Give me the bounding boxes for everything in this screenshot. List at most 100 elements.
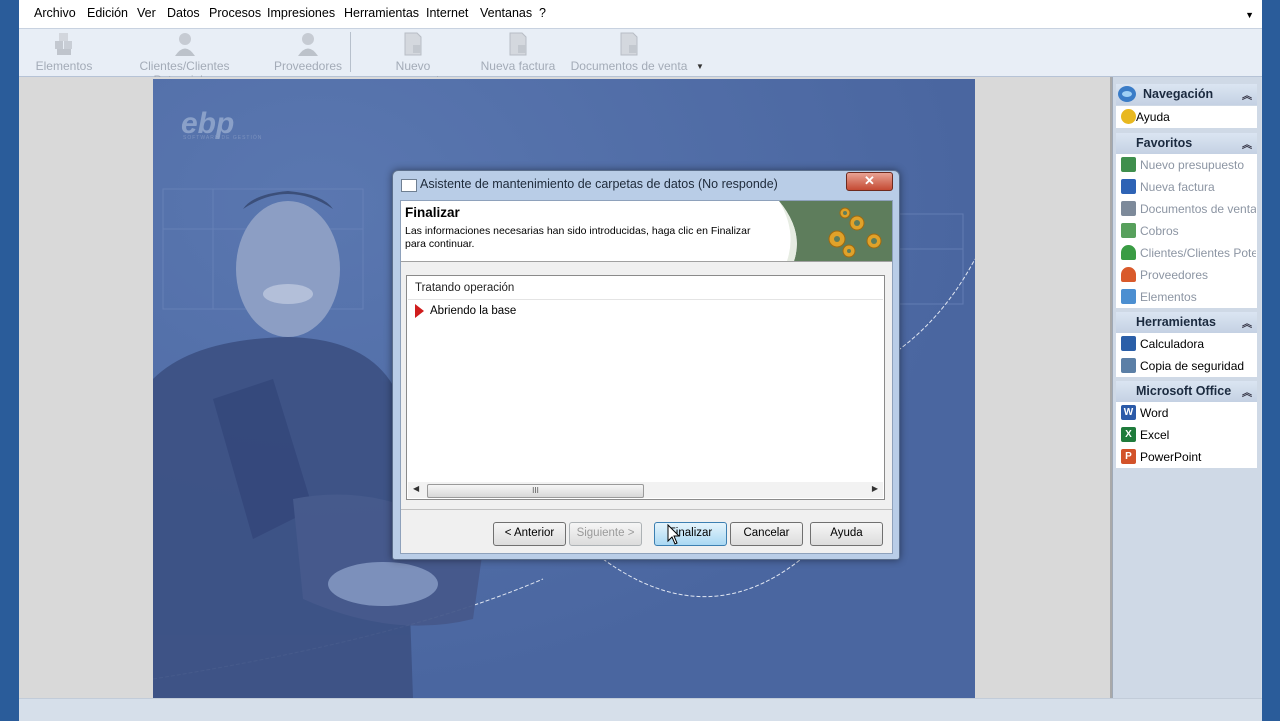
menu-help[interactable]: ? [539, 6, 546, 20]
nav-section-herramientas-body: Calculadora Copia de seguridad [1116, 333, 1257, 377]
payment-icon [1121, 223, 1136, 238]
nav-item-label: Nuevo presupuesto [1140, 158, 1245, 172]
wizard-step-description: Las informaciones necesarias han sido in… [405, 225, 751, 250]
nav-item-label: Excel [1140, 428, 1170, 442]
finish-button[interactable]: Finalizar [654, 522, 727, 546]
next-button[interactable]: Siguiente > [569, 522, 642, 546]
cancel-button[interactable]: Cancelar [730, 522, 803, 546]
window-app-icon [401, 179, 417, 192]
document-icon [509, 32, 527, 56]
nav-item-word[interactable]: W Word [1116, 402, 1257, 424]
elements-icon [55, 33, 72, 55]
document-icon [404, 32, 422, 56]
document-icon [1121, 179, 1136, 194]
nav-item-proveedores[interactable]: Proveedores [1116, 264, 1257, 286]
ebp-tagline: SOFTWARE DE GESTIÓN [183, 135, 263, 141]
divider [408, 299, 883, 300]
document-icon [1121, 201, 1136, 216]
nav-item-label: Proveedores [1140, 268, 1209, 282]
menu-internet[interactable]: Internet [426, 6, 468, 20]
nav-item-calculadora[interactable]: Calculadora [1116, 333, 1257, 355]
nav-section-herramientas-header[interactable]: Herramientas ︽ [1116, 312, 1257, 333]
nav-section-title: Favoritos [1136, 136, 1193, 150]
nav-section-title: Navegación [1143, 87, 1214, 101]
nav-item-label: Clientes/Clientes Pote... [1140, 246, 1256, 260]
excel-icon: X [1121, 427, 1136, 442]
globe-icon [1118, 86, 1136, 102]
nav-item-label: Nueva factura [1140, 180, 1215, 194]
nav-section-title: Microsoft Office [1136, 384, 1232, 398]
operation-list-header: Tratando operación [415, 282, 515, 294]
calculator-icon [1121, 336, 1136, 351]
nav-section-navegacion-body: Ayuda [1116, 106, 1257, 128]
scroll-right-icon[interactable]: ▶ [872, 484, 878, 493]
nav-item-powerpoint[interactable]: P PowerPoint [1116, 446, 1257, 468]
document-icon [620, 32, 638, 56]
scroll-left-icon[interactable]: ◀ [413, 484, 419, 493]
menu-herramientas[interactable]: Herramientas [344, 6, 419, 20]
toolbar: Elementos Clientes/Clientes Potenciales … [19, 29, 1262, 87]
menu-edicion[interactable]: Edición [87, 6, 128, 20]
collapse-icon[interactable]: ︽ [1242, 136, 1252, 151]
nav-item-cobros[interactable]: Cobros [1116, 220, 1257, 242]
nav-section-favoritos-body: Nuevo presupuesto Nueva factura Document… [1116, 154, 1257, 308]
toolbar-separator [350, 32, 351, 72]
nav-section-favoritos-header[interactable]: Favoritos ︽ [1116, 133, 1257, 154]
toolbar-new-invoice-button[interactable]: Nueva factura [479, 29, 557, 76]
toolbar-label: Elementos [35, 59, 93, 73]
nav-item-ayuda[interactable]: Ayuda [1116, 106, 1257, 128]
nav-item-nuevo-presupuesto[interactable]: Nuevo presupuesto [1116, 154, 1257, 176]
collapse-icon[interactable]: ︽ [1242, 315, 1252, 330]
menu-ver[interactable]: Ver [137, 6, 156, 20]
nav-item-label: Elementos [1140, 290, 1197, 304]
nav-section-navegacion-header[interactable]: Navegación ︽ [1116, 84, 1257, 105]
word-icon: W [1121, 405, 1136, 420]
toolbar-suppliers-button[interactable]: Proveedores [273, 29, 343, 76]
scrollbar-thumb[interactable]: III [427, 484, 644, 498]
supplier-icon [1121, 267, 1136, 282]
menu-bar: Archivo Edición Ver Datos Procesos Impre… [19, 0, 1262, 29]
menu-ventanas[interactable]: Ventanas [480, 6, 532, 20]
chevron-down-icon[interactable]: ▼ [696, 62, 704, 71]
back-button[interactable]: < Anterior [493, 522, 566, 546]
mouse-cursor-icon [667, 524, 681, 545]
nav-item-label: PowerPoint [1140, 450, 1202, 464]
nav-section-office-header[interactable]: Microsoft Office ︽ [1116, 381, 1257, 402]
operation-label: Abriendo la base [430, 305, 517, 318]
nav-item-clientes[interactable]: Clientes/Clientes Pote... [1116, 242, 1257, 264]
nav-item-label: Ayuda [1136, 110, 1170, 124]
collapse-icon[interactable]: ︽ [1242, 384, 1252, 399]
nav-item-label: Copia de seguridad [1140, 359, 1245, 373]
divider [401, 509, 892, 510]
toolbar-label: Documentos de venta [570, 59, 688, 73]
toolbar-sales-docs-button[interactable]: Documentos de venta [570, 29, 688, 76]
nav-item-label: Documentos de venta [1140, 202, 1256, 216]
dialog-body: Finalizar Las informaciones necesarias h… [400, 200, 893, 554]
nav-section-office-body: W Word X Excel P PowerPoint [1116, 402, 1257, 468]
nav-item-documentos-venta[interactable]: Documentos de venta [1116, 198, 1257, 220]
toolbar-new-quote-button[interactable]: Nuevo presupuesto [361, 29, 465, 87]
nav-item-excel[interactable]: X Excel [1116, 424, 1257, 446]
nav-item-elementos[interactable]: Elementos [1116, 286, 1257, 308]
maintenance-wizard-dialog: Asistente de mantenimiento de carpetas d… [392, 170, 900, 560]
horizontal-scrollbar[interactable]: ◀ III ▶ [408, 482, 883, 498]
help-button[interactable]: Ayuda [810, 522, 883, 546]
collapse-icon[interactable]: ︽ [1242, 87, 1252, 102]
toolbar-elementos-button[interactable]: Elementos [35, 29, 93, 76]
nav-item-copia-seguridad[interactable]: Copia de seguridad [1116, 355, 1257, 377]
help-icon [1121, 109, 1136, 124]
close-button[interactable]: ✕ [846, 172, 893, 191]
menu-procesos[interactable]: Procesos [209, 6, 261, 20]
menu-datos[interactable]: Datos [167, 6, 200, 20]
chevron-down-icon[interactable]: ▼ [1245, 10, 1254, 20]
nav-item-nueva-factura[interactable]: Nueva factura [1116, 176, 1257, 198]
toolbar-clients-button[interactable]: Clientes/Clientes Potenciales [107, 29, 262, 87]
supplier-icon [298, 33, 318, 56]
operation-list: Tratando operación Abriendo la base ◀ II… [406, 275, 885, 500]
backup-icon [1121, 358, 1136, 373]
menu-archivo[interactable]: Archivo [34, 6, 76, 20]
wizard-header: Finalizar Las informaciones necesarias h… [401, 201, 892, 262]
dialog-title: Asistente de mantenimiento de carpetas d… [420, 177, 778, 191]
menu-impresiones[interactable]: Impresiones [267, 6, 335, 20]
gears-icon [779, 201, 892, 261]
